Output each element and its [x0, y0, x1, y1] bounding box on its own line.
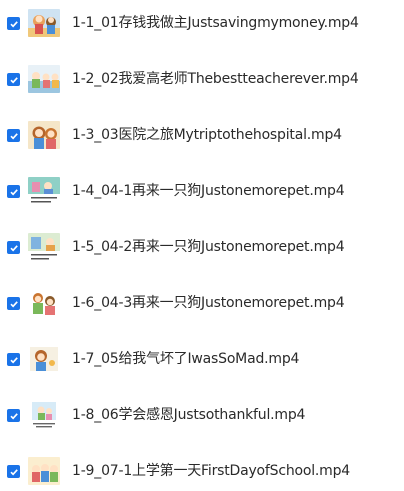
file-name[interactable]: 1-7_05给我气坏了IwasSoMad.mp4 — [72, 349, 299, 369]
video-thumbnail — [28, 289, 60, 317]
file-name[interactable]: 1-4_04-1再来一只狗Justonemorepet.mp4 — [72, 181, 345, 201]
video-thumbnail — [28, 457, 60, 485]
file-row[interactable]: 1-3_03医院之旅Mytriptothehospital.mp4 — [0, 115, 404, 155]
file-name[interactable]: 1-3_03医院之旅Mytriptothehospital.mp4 — [72, 125, 342, 145]
checkbox-checked[interactable] — [7, 73, 20, 86]
file-row[interactable]: 1-5_04-2再来一只狗Justonemorepet.mp4 — [0, 227, 404, 267]
video-thumbnail — [28, 177, 60, 205]
file-name[interactable]: 1-2_02我爱高老师Thebestteacherever.mp4 — [72, 69, 359, 89]
checkbox-checked[interactable] — [7, 17, 20, 30]
file-name[interactable]: 1-5_04-2再来一只狗Justonemorepet.mp4 — [72, 237, 345, 257]
file-list: 1-1_01存钱我做主Justsavingmymoney.mp4 1-2_02我… — [0, 0, 404, 486]
checkbox-checked[interactable] — [7, 353, 20, 366]
file-row[interactable]: 1-6_04-3再来一只狗Justonemorepet.mp4 — [0, 283, 404, 323]
checkbox-checked[interactable] — [7, 297, 20, 310]
file-row[interactable]: 1-1_01存钱我做主Justsavingmymoney.mp4 — [0, 3, 404, 43]
file-name[interactable]: 1-1_01存钱我做主Justsavingmymoney.mp4 — [72, 13, 359, 33]
video-thumbnail — [28, 65, 60, 93]
checkbox-checked[interactable] — [7, 409, 20, 422]
file-row[interactable]: 1-9_07-1上学第一天FirstDayofSchool.mp4 — [0, 451, 404, 491]
file-name[interactable]: 1-9_07-1上学第一天FirstDayofSchool.mp4 — [72, 461, 350, 481]
checkbox-checked[interactable] — [7, 185, 20, 198]
file-row[interactable]: 1-7_05给我气坏了IwasSoMad.mp4 — [0, 339, 404, 379]
file-row[interactable]: 1-8_06学会感恩Justsothankful.mp4 — [0, 395, 404, 435]
video-thumbnail — [28, 9, 60, 37]
video-thumbnail — [28, 233, 60, 261]
file-row[interactable]: 1-4_04-1再来一只狗Justonemorepet.mp4 — [0, 171, 404, 211]
file-row[interactable]: 1-2_02我爱高老师Thebestteacherever.mp4 — [0, 59, 404, 99]
checkbox-checked[interactable] — [7, 129, 20, 142]
video-thumbnail — [28, 401, 60, 429]
video-thumbnail — [28, 121, 60, 149]
video-thumbnail — [28, 345, 60, 373]
file-name[interactable]: 1-6_04-3再来一只狗Justonemorepet.mp4 — [72, 293, 345, 313]
file-name[interactable]: 1-8_06学会感恩Justsothankful.mp4 — [72, 405, 305, 425]
checkbox-checked[interactable] — [7, 465, 20, 478]
checkbox-checked[interactable] — [7, 241, 20, 254]
